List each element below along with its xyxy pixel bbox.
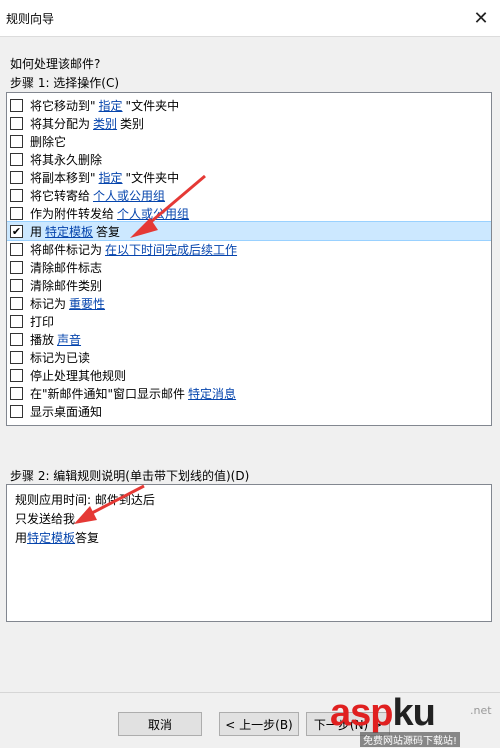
watermark-logo: aspku bbox=[330, 692, 436, 734]
watermark-suffix: .net bbox=[470, 704, 492, 717]
annotation-arrows bbox=[74, 174, 206, 524]
arrow-icon-bottom bbox=[74, 484, 145, 524]
watermark-subtitle: 免费网站源码下载站! bbox=[360, 732, 461, 747]
arrow-icon-top bbox=[130, 174, 206, 238]
watermark: aspku .net 免费网站源码下载站! bbox=[330, 692, 500, 748]
